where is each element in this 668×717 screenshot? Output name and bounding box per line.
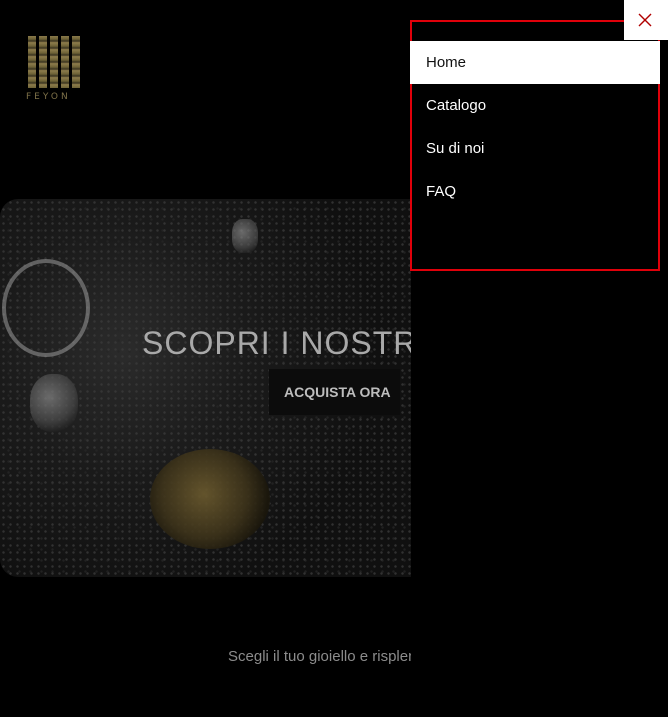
hero-banner: SCOPRI I NOSTRI ACQUISTA ORA <box>0 199 411 577</box>
shop-now-button[interactable]: ACQUISTA ORA <box>269 369 400 415</box>
logo-mark <box>28 36 82 88</box>
jewelry-earring-image <box>232 219 258 253</box>
nav-menu-list: Home Catalogo Su di noi FAQ <box>410 41 660 213</box>
close-menu-button[interactable] <box>624 0 668 40</box>
logo-wordmark: FEYON <box>26 92 71 102</box>
menu-item-catalogo[interactable]: Catalogo <box>410 84 660 127</box>
jewelry-ring-image <box>2 259 90 357</box>
menu-item-faq[interactable]: FAQ <box>410 170 660 213</box>
jewelry-pendant-image <box>30 374 78 432</box>
tagline-text: Scegli il tuo gioiello e risplendi <box>228 648 411 665</box>
close-icon <box>638 13 652 27</box>
brand-logo[interactable]: FEYON <box>26 36 82 104</box>
jewelry-gold-ring-image <box>150 449 270 549</box>
menu-item-su-di-noi[interactable]: Su di noi <box>410 127 660 170</box>
menu-item-home[interactable]: Home <box>410 41 660 84</box>
hero-title: SCOPRI I NOSTRI <box>142 325 411 361</box>
